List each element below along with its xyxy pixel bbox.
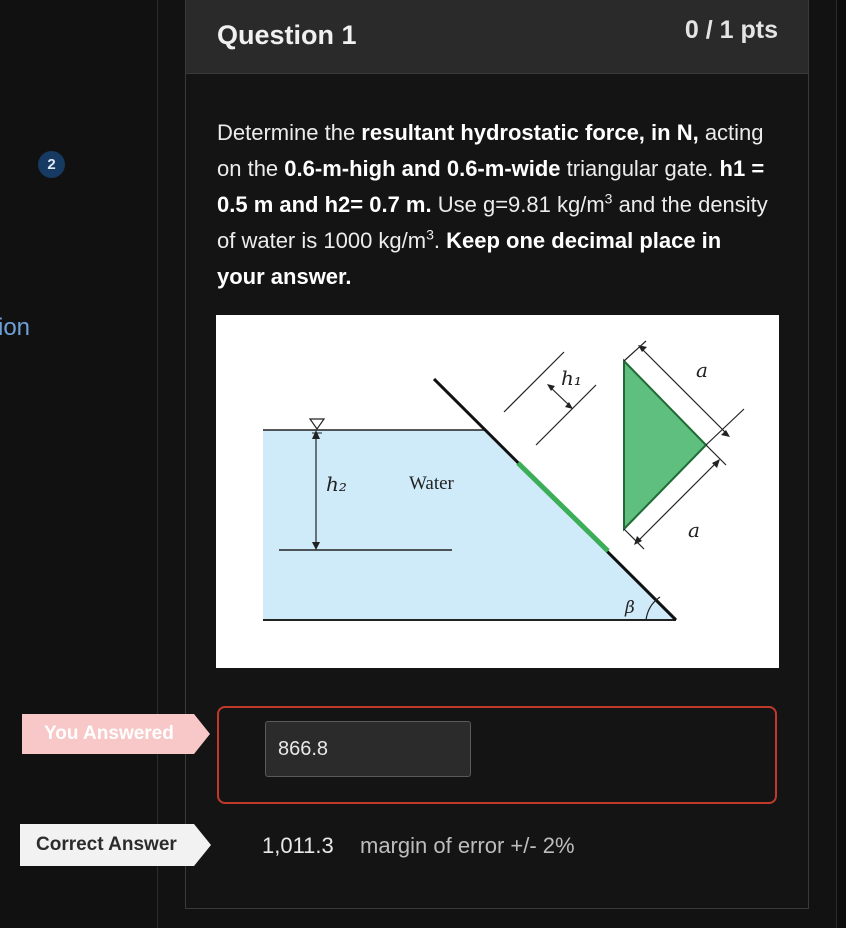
h1-extension-bottom [535,384,597,446]
superscript: 3 [426,226,434,243]
question-number-badge[interactable]: 2 [38,151,65,178]
question-header: Question 1 0 / 1 pts [186,0,808,74]
surface-marker-icon [308,418,326,431]
h1-extension-top [503,351,565,413]
question-text-part: . [433,228,447,253]
triangular-gate [623,358,708,532]
label-a-top: a [696,358,708,382]
question-points: 0 / 1 pts [684,16,778,44]
question-text-part: triangular gate. [560,156,720,181]
margin-of-error-text: margin of error +/- 2% [360,833,575,858]
question-text-part: Use g=9.81 kg/m [431,192,605,217]
a-extension-bot-1 [623,528,645,550]
question-text-bold: 0.6-m-high and 0.6-m-wide [284,156,561,181]
label-a-bottom: a [688,518,700,542]
label-beta: β [624,598,635,618]
a-extension-top-2 [705,408,745,446]
gate-diagram: h₂ Water h₁ a a β [216,315,779,668]
left-navigation-panel: 2 ion [0,0,158,928]
question-text: Determine the resultant hydrostatic forc… [217,115,772,295]
correct-answer-tag: Correct Answer [20,824,211,866]
question-title: Question 1 [217,20,357,50]
correct-answer-value: 1,011.3 [262,833,334,858]
question-text-bold: resultant hydrostatic force, in N, [361,120,699,145]
question-text-part: Determine the [217,120,362,145]
gate-diagram-svg: h₂ Water h₁ a a β [263,340,745,622]
label-h1: h₁ [561,366,582,390]
a-top-arrow-a [638,345,647,352]
water-region [263,430,676,620]
you-answered-tag: You Answered [22,714,210,754]
your-answer-field[interactable]: 866.8 [265,721,471,777]
right-scroll-gutter [836,0,846,928]
a-bot-arrow-b [712,459,720,468]
nav-link-fragment[interactable]: ion [0,314,30,342]
label-h2: h₂ [326,472,347,496]
a-top-arrow-b [721,430,730,437]
label-water: Water [409,473,455,494]
answer-box-incorrect: 866.8 [217,706,777,804]
